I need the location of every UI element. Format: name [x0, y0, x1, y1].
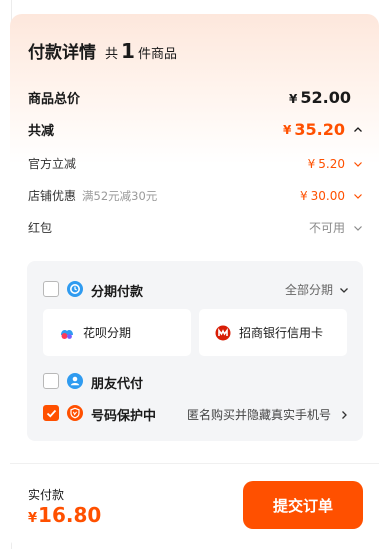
page-title-row: 付款详情 共 1 件商品 [28, 38, 177, 63]
privacy-label: 号码保护中 [91, 409, 157, 424]
friend-pay-label: 朋友代付 [91, 377, 144, 392]
item-count: 共 1 件商品 [105, 39, 177, 63]
currency-symbol: ¥ [307, 156, 316, 171]
submit-order-button[interactable]: 提交订单 [243, 481, 363, 529]
cmb-bank-icon [215, 325, 231, 340]
payment-options-box: 分期付款 全部分期 花呗分期 招商银行信用卡 朋友代付 号码保护中 匿名购买并隐… [27, 261, 363, 441]
discount-total-value: ¥35.20 [283, 120, 363, 139]
currency-symbol: ¥ [283, 122, 292, 137]
checkmark-icon [46, 409, 56, 417]
official-discount-value: ¥5.20 [308, 157, 363, 171]
friend-pay-icon [67, 373, 83, 389]
item-count-number: 1 [121, 39, 135, 63]
chevron-up-icon[interactable] [353, 125, 363, 135]
item-count-prefix: 共 [105, 47, 119, 62]
currency-symbol: ¥ [28, 511, 38, 526]
huabei-installment-card[interactable]: 花呗分期 [43, 309, 191, 356]
red-packet-label: 红包 [28, 221, 53, 235]
privacy-note-text: 匿名购买并隐藏真实手机号 [186, 408, 331, 422]
store-discount-amount: 30.00 [310, 188, 345, 203]
official-discount-label: 官方立减 [28, 157, 77, 171]
red-packet-status: 不可用 [308, 221, 345, 235]
store-discount-value: ¥30.00 [300, 189, 363, 203]
official-discount-row[interactable]: 官方立减 ¥5.20 [28, 155, 363, 172]
actual-pay-label: 实付款 [28, 488, 65, 502]
currency-symbol: ¥ [289, 92, 298, 106]
chevron-right-icon [342, 410, 347, 419]
discount-total-label: 共减 [28, 124, 55, 139]
installment-label: 分期付款 [91, 285, 144, 300]
installment-icon [67, 281, 83, 297]
red-packet-value: 不可用 [309, 219, 363, 236]
cmb-card-label: 招商银行信用卡 [239, 326, 324, 340]
chevron-down-icon[interactable] [353, 159, 363, 169]
total-price-row: 商品总价 ¥52.00 [28, 88, 363, 107]
total-price-value: ¥52.00 [289, 88, 351, 107]
installment-checkbox[interactable] [43, 281, 59, 297]
phone-shield-icon [67, 405, 83, 421]
total-price-label: 商品总价 [28, 92, 81, 107]
huabei-label: 花呗分期 [83, 326, 132, 340]
red-packet-row[interactable]: 红包 不可用 [28, 219, 363, 236]
discount-total-row[interactable]: 共减 ¥35.20 [28, 120, 363, 139]
cmb-credit-card[interactable]: 招商银行信用卡 [199, 309, 347, 356]
privacy-checkbox[interactable] [43, 405, 59, 421]
installment-all-text: 全部分期 [284, 283, 333, 297]
chevron-down-icon[interactable] [353, 223, 363, 233]
huabei-icon [61, 329, 73, 339]
store-discount-title: 店铺优惠 [28, 189, 77, 203]
store-discount-hint: 满52元减30元 [82, 189, 158, 203]
store-discount-label: 店铺优惠 满52元减30元 [28, 187, 157, 204]
actual-pay-amount: ¥16.80 [28, 503, 101, 527]
store-discount-row[interactable]: 店铺优惠 满52元减30元 ¥30.00 [28, 187, 363, 204]
installment-all-link[interactable]: 全部分期 [285, 281, 349, 298]
chevron-down-icon[interactable] [353, 191, 363, 201]
currency-symbol: ¥ [300, 188, 308, 203]
chevron-down-icon [340, 287, 348, 293]
page-title: 付款详情 [28, 43, 96, 63]
footer-divider [10, 463, 379, 464]
discount-total-amount: 35.20 [294, 120, 345, 139]
official-discount-amount: 5.20 [318, 156, 345, 171]
privacy-note-link[interactable]: 匿名购买并隐藏真实手机号 [187, 406, 349, 423]
friend-pay-checkbox[interactable] [43, 373, 59, 389]
actual-pay-value: 16.80 [38, 503, 102, 527]
total-price-amount: 52.00 [300, 88, 351, 107]
item-count-suffix: 件商品 [137, 47, 177, 62]
